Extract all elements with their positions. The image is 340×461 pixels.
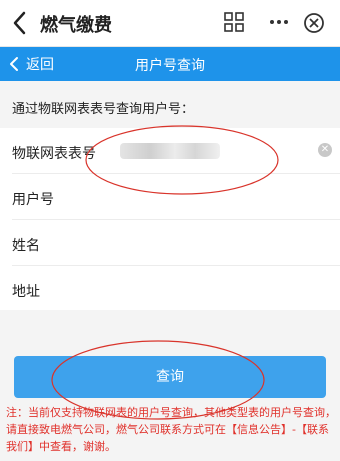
name-field[interactable] bbox=[112, 228, 306, 258]
name-label: 姓名 bbox=[12, 238, 40, 254]
meter-number-row: 物联网表表号 ✕ bbox=[12, 128, 340, 174]
meter-number-input[interactable] bbox=[112, 136, 306, 166]
query-form: 物联网表表号 ✕ 用户号 姓名 地址 bbox=[0, 128, 340, 310]
back-arrow-icon[interactable] bbox=[10, 10, 30, 36]
meter-number-label: 物联网表表号 bbox=[12, 146, 96, 162]
user-number-label: 用户号 bbox=[12, 192, 54, 208]
scan-icon[interactable] bbox=[224, 12, 244, 32]
address-row: 地址 bbox=[12, 266, 340, 311]
page-title: 用户号查询 bbox=[135, 58, 205, 74]
query-button[interactable]: 查询 bbox=[14, 356, 326, 398]
form-hint: 通过物联网表表号查询用户号： bbox=[12, 102, 195, 117]
name-row: 姓名 bbox=[12, 220, 340, 266]
address-label: 地址 bbox=[12, 284, 40, 300]
user-number-field[interactable] bbox=[112, 182, 306, 212]
notice-text: 注：当前仅支持物联网表的用户号查询，其他类型表的用户号查询，请直接致电燃气公司，… bbox=[6, 406, 336, 453]
close-icon[interactable] bbox=[303, 12, 325, 34]
app-title: 燃气缴费 bbox=[40, 15, 112, 36]
nav-bar: 返回 用户号查询 bbox=[0, 47, 340, 81]
clear-input-icon[interactable]: ✕ bbox=[318, 143, 332, 157]
address-field[interactable] bbox=[112, 274, 306, 304]
more-options-icon[interactable] bbox=[268, 12, 290, 32]
user-number-row: 用户号 bbox=[12, 174, 340, 220]
app-header: 燃气缴费 bbox=[0, 0, 340, 47]
